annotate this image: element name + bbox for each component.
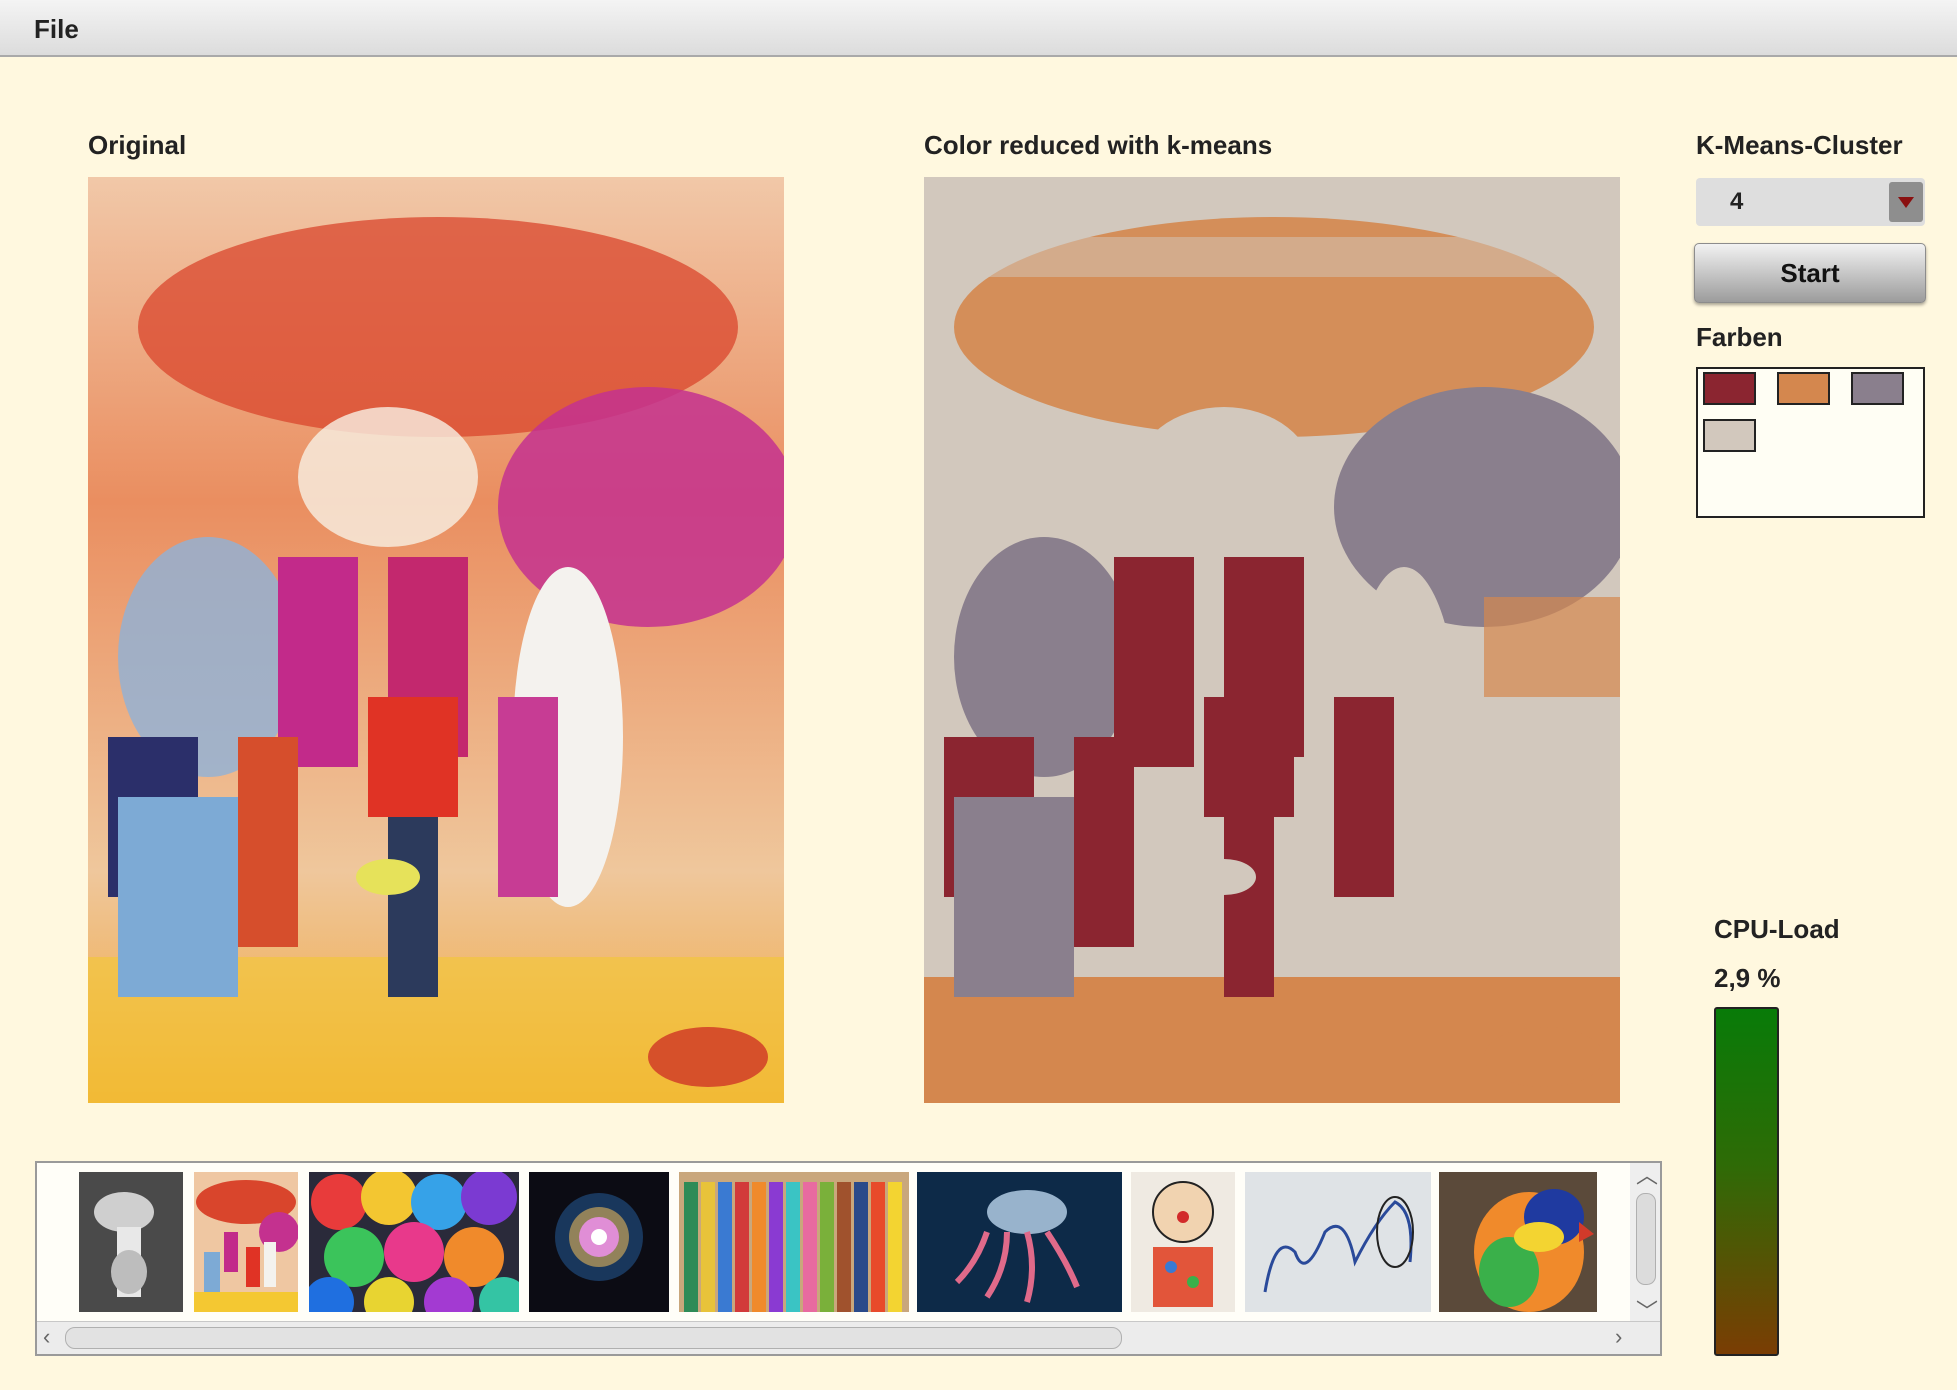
color-swatch bbox=[1703, 419, 1756, 452]
chevron-down-icon[interactable] bbox=[1889, 182, 1923, 222]
thumbnail-gallery[interactable]: ︿ ﹀ ‹ › bbox=[35, 1161, 1662, 1356]
file-menu[interactable]: File bbox=[34, 14, 79, 45]
colored-pencils-thumbnail[interactable] bbox=[679, 1172, 909, 1312]
cluster-select[interactable]: 4 bbox=[1696, 178, 1925, 226]
cpu-label: CPU-Load bbox=[1714, 914, 1840, 944]
color-swatch bbox=[1851, 372, 1904, 405]
gray-sketch-thumbnail[interactable] bbox=[79, 1172, 183, 1312]
horizontal-scrollbar[interactable]: ‹ › bbox=[37, 1321, 1660, 1354]
rainbow-roses-thumbnail[interactable] bbox=[309, 1172, 519, 1312]
chevron-left-icon[interactable]: ‹ bbox=[43, 1326, 50, 1348]
vertical-scrollbar[interactable]: ︿ ﹀ bbox=[1630, 1163, 1660, 1324]
reduced-image bbox=[924, 177, 1620, 1103]
blue-ink-drawing-thumbnail[interactable] bbox=[1245, 1172, 1431, 1312]
clown-drawing-thumbnail[interactable] bbox=[1131, 1172, 1235, 1312]
start-button[interactable]: Start bbox=[1694, 243, 1926, 303]
cpu-value: 2,9 % bbox=[1714, 963, 1781, 993]
nebula-thumbnail[interactable] bbox=[529, 1172, 669, 1312]
colors-label: Farben bbox=[1696, 322, 1783, 352]
original-image bbox=[88, 177, 784, 1103]
horizontal-scroll-thumb[interactable] bbox=[65, 1327, 1122, 1349]
vertical-scroll-thumb[interactable] bbox=[1636, 1193, 1656, 1285]
jellyfish-thumbnail[interactable] bbox=[917, 1172, 1122, 1312]
cluster-label: K-Means-Cluster bbox=[1696, 130, 1903, 160]
cpu-load-bar bbox=[1714, 1007, 1779, 1356]
color-swatch bbox=[1703, 372, 1756, 405]
parrot-thumbnail[interactable] bbox=[1439, 1172, 1597, 1312]
reduced-label: Color reduced with k-means bbox=[924, 130, 1273, 160]
color-swatch bbox=[1777, 372, 1830, 405]
cluster-value: 4 bbox=[1730, 188, 1744, 215]
chevron-down-icon[interactable]: ﹀ bbox=[1636, 1301, 1658, 1323]
chevron-right-icon[interactable]: › bbox=[1615, 1326, 1622, 1348]
colorful-painting-thumbnail[interactable] bbox=[194, 1172, 298, 1312]
original-label: Original bbox=[88, 130, 187, 160]
color-swatch-panel bbox=[1696, 367, 1925, 518]
menu-bar: File bbox=[0, 0, 1957, 57]
chevron-up-icon[interactable]: ︿ bbox=[1636, 1165, 1658, 1187]
